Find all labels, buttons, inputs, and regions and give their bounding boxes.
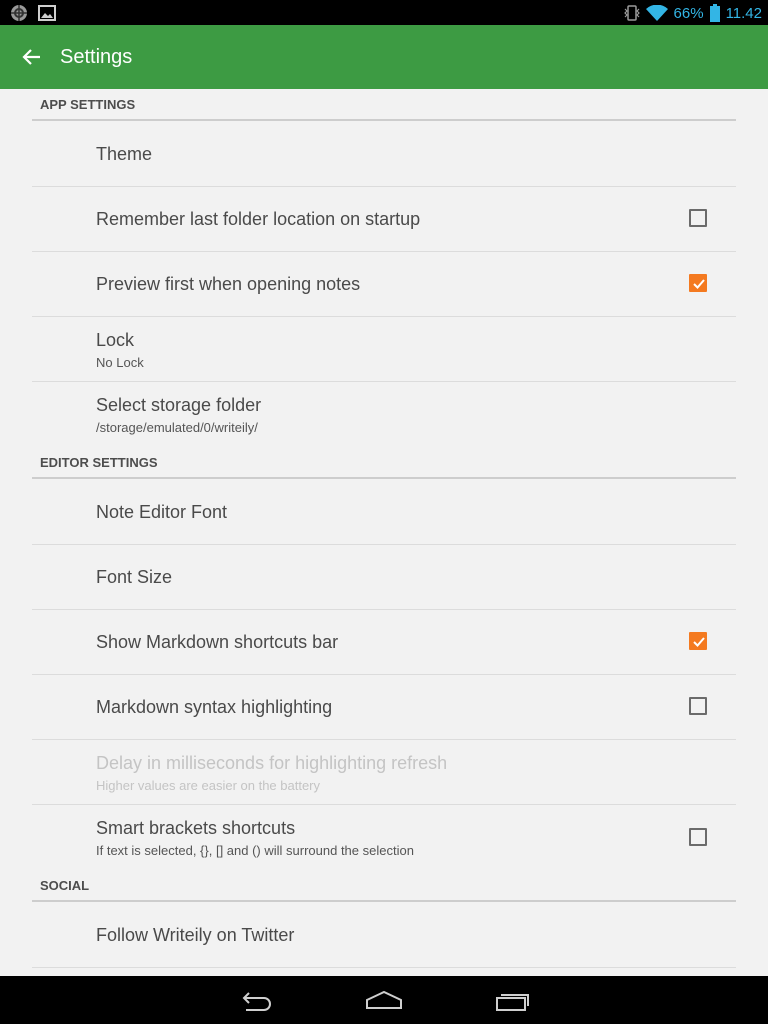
smart-brackets-checkbox[interactable] [689,828,707,846]
app-bar: Settings [0,25,768,89]
pref-theme[interactable]: Theme [32,122,736,187]
pref-title: Note Editor Font [96,502,228,522]
status-bar: 66% 11.42 [0,0,768,25]
back-arrow-icon[interactable] [20,45,44,69]
pref-smart-brackets[interactable]: Smart brackets shortcuts If text is sele… [32,805,736,870]
section-header-editor: EDITOR SETTINGS [32,447,736,479]
pref-summary: Higher values are easier on the battery [96,778,321,793]
pref-remember-folder[interactable]: Remember last folder location on startup [32,187,736,252]
pref-highlight-delay: Delay in milliseconds for highlighting r… [32,740,736,805]
back-nav-icon[interactable] [236,986,276,1014]
page-title: Settings [60,46,133,68]
section-header-social: SOCIAL [32,870,736,902]
pref-preview-first[interactable]: Preview first when opening notes [32,252,736,317]
pref-title: Font Size [96,567,173,587]
battery-percent: 66% [673,4,704,22]
syntax-highlight-checkbox[interactable] [689,697,707,715]
recents-nav-icon[interactable] [492,986,532,1014]
vibrate-icon [623,5,640,21]
section-header-label: EDITOR SETTINGS [40,455,158,470]
pref-twitter[interactable]: Follow Writeily on Twitter [32,903,736,968]
pref-storage-folder[interactable]: Select storage folder /storage/emulated/… [32,382,736,447]
pref-summary: If text is selected, {}, [] and () will … [96,843,414,858]
pref-font-size[interactable]: Font Size [32,545,736,610]
section-header-label: APP SETTINGS [40,97,136,112]
markdown-bar-checkbox[interactable] [689,632,707,650]
pref-markdown-bar[interactable]: Show Markdown shortcuts bar [32,610,736,675]
clock: 11.42 [725,4,762,22]
pref-title: Preview first when opening notes [96,274,361,294]
pref-title: Lock [96,330,135,350]
settings-list[interactable]: APP SETTINGS Theme Remember last folder … [0,89,768,976]
pref-title: Remember last folder location on startup [96,209,421,229]
system-nav-bar [0,976,768,1024]
battery-icon [709,4,720,22]
remember-folder-checkbox[interactable] [689,209,707,227]
pref-title: Delay in milliseconds for highlighting r… [96,753,448,773]
pref-lock[interactable]: Lock No Lock [32,317,736,382]
section-header-label: SOCIAL [40,878,90,893]
pref-title: Theme [96,144,153,164]
pref-summary: No Lock [96,355,144,370]
home-nav-icon[interactable] [364,986,404,1014]
checkmark-icon [693,637,705,647]
section-header-app: APP SETTINGS [32,89,736,121]
pref-title: Show Markdown shortcuts bar [96,632,339,652]
pref-syntax-highlight[interactable]: Markdown syntax highlighting [32,675,736,740]
image-icon [38,5,56,21]
pref-title: Follow Writeily on Twitter [96,925,295,945]
pref-title: Smart brackets shortcuts [96,818,296,838]
pref-title: Markdown syntax highlighting [96,697,333,717]
preview-first-checkbox[interactable] [689,274,707,292]
pref-summary: /storage/emulated/0/writeily/ [96,420,258,435]
wifi-icon [645,5,668,21]
checkmark-icon [693,279,705,289]
globe-icon [11,5,27,21]
pref-title: Select storage folder [96,395,262,415]
pref-editor-font[interactable]: Note Editor Font [32,480,736,545]
